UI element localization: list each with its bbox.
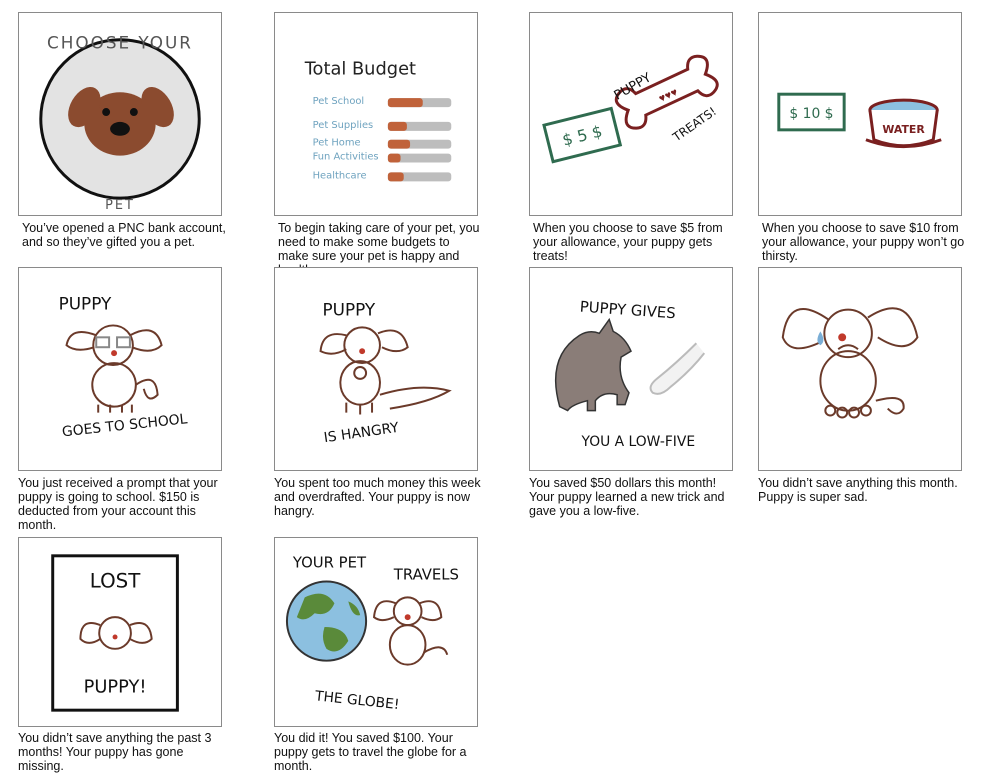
budget-title: Total Budget xyxy=(304,58,416,79)
caption-7: You saved $50 dollars this month! Your p… xyxy=(529,476,725,518)
treats-illustration: $ 5 $ ♥♥♥ PUPPY TREATS! xyxy=(542,54,719,164)
panel-puppy-treats: $ 5 $ ♥♥♥ PUPPY TREATS! xyxy=(529,12,733,216)
dog-silhouette-icon xyxy=(554,317,632,412)
budget-illustration: Total Budget Pet School Pet Supplies Pet… xyxy=(304,58,452,182)
lost-text: LOST xyxy=(90,569,141,592)
caption-9: You didn’t save anything the past 3 mont… xyxy=(18,731,212,773)
budget-list: Pet School Pet Supplies Pet Home Fun Act… xyxy=(313,96,379,181)
caption-6: You spent too much money this week and o… xyxy=(274,476,481,518)
caption-10: You did it! You saved $100. Your puppy g… xyxy=(274,731,467,773)
low-five-illustration: PUPPY GIVES YOU A LOW-FIVE xyxy=(554,298,706,450)
water-text: WATER xyxy=(882,123,925,136)
puppy-icon xyxy=(319,326,452,415)
caption-1: You’ve opened a PNC bank account, and so… xyxy=(22,221,226,249)
pet-text: PET xyxy=(105,198,135,213)
budget-bar-fill xyxy=(387,98,423,108)
budget-item: Pet Home xyxy=(313,138,361,149)
panel-choose-pet: CHOOSE YOUR PET xyxy=(18,12,222,216)
the-globe-text: THE GLOBE! xyxy=(313,688,400,713)
panel-water: $ 10 $ WATER xyxy=(758,12,962,216)
puppy-icon xyxy=(65,324,163,413)
panel-low-five: PUPPY GIVES YOU A LOW-FIVE xyxy=(529,267,733,471)
budget-bar-fill xyxy=(387,121,407,131)
choose-pet-illustration: CHOOSE YOUR PET xyxy=(39,33,201,213)
money-text: $ 10 $ xyxy=(789,106,833,122)
budget-bars xyxy=(387,98,452,182)
budget-item: Pet Supplies xyxy=(313,120,374,131)
school-illustration: PUPPY GOES TO SCHOOL xyxy=(59,294,189,441)
panel-school: PUPPY GOES TO SCHOOL xyxy=(18,267,222,471)
sad-puppy-icon xyxy=(781,307,919,419)
puppy-text: PUPPY! xyxy=(84,676,147,697)
choose-your-text: CHOOSE YOUR xyxy=(47,33,193,53)
budget-bar-fill xyxy=(387,172,404,182)
sad-illustration xyxy=(781,307,919,419)
panel-sad xyxy=(758,267,962,471)
budget-bar-fill xyxy=(387,153,401,163)
budget-bar-fill xyxy=(387,139,411,149)
lost-puppy-illustration: LOST PUPPY! xyxy=(51,554,179,712)
is-hangry-text: IS HANGRY xyxy=(323,420,401,446)
hangry-illustration: PUPPY IS HANGRY xyxy=(319,300,452,446)
travel-illustration: YOUR PET TRAVELS THE GLOBE! xyxy=(285,555,459,713)
treats-text: TREATS! xyxy=(669,104,719,145)
globe-icon xyxy=(285,580,368,662)
you-a-low-five-text: YOU A LOW-FIVE xyxy=(580,434,695,450)
budget-item: Pet School xyxy=(313,96,365,107)
panel-total-budget: Total Budget Pet School Pet Supplies Pet… xyxy=(274,12,478,216)
panel-hangry: PUPPY IS HANGRY xyxy=(274,267,478,471)
money-bill-icon: $ 5 $ xyxy=(542,106,623,164)
puppy-text: PUPPY xyxy=(59,294,112,314)
your-pet-text: YOUR PET xyxy=(292,555,367,572)
panel-travel: YOUR PET TRAVELS THE GLOBE! xyxy=(274,537,478,727)
water-bowl-icon: WATER xyxy=(865,98,942,149)
money-bill-icon: $ 10 $ xyxy=(777,92,846,132)
goes-to-school-text: GOES TO SCHOOL xyxy=(61,411,188,440)
caption-5: You just received a prompt that your pup… xyxy=(18,476,218,532)
caption-8: You didn’t save anything this month. Pup… xyxy=(758,476,958,504)
travels-text: TRAVELS xyxy=(393,567,459,584)
puppy-text: PUPPY xyxy=(323,300,376,320)
budget-item: Fun Activities xyxy=(313,152,379,163)
caption-3: When you choose to save $5 from your all… xyxy=(533,221,723,263)
panel-lost-puppy: LOST PUPPY! xyxy=(18,537,222,727)
hand-icon xyxy=(649,342,706,395)
budget-item: Healthcare xyxy=(313,170,367,181)
puppy-gives-text: PUPPY GIVES xyxy=(579,298,676,323)
water-illustration: $ 10 $ WATER xyxy=(777,92,942,149)
caption-4: When you choose to save $10 from your al… xyxy=(762,221,965,263)
puppy-icon xyxy=(372,596,449,666)
